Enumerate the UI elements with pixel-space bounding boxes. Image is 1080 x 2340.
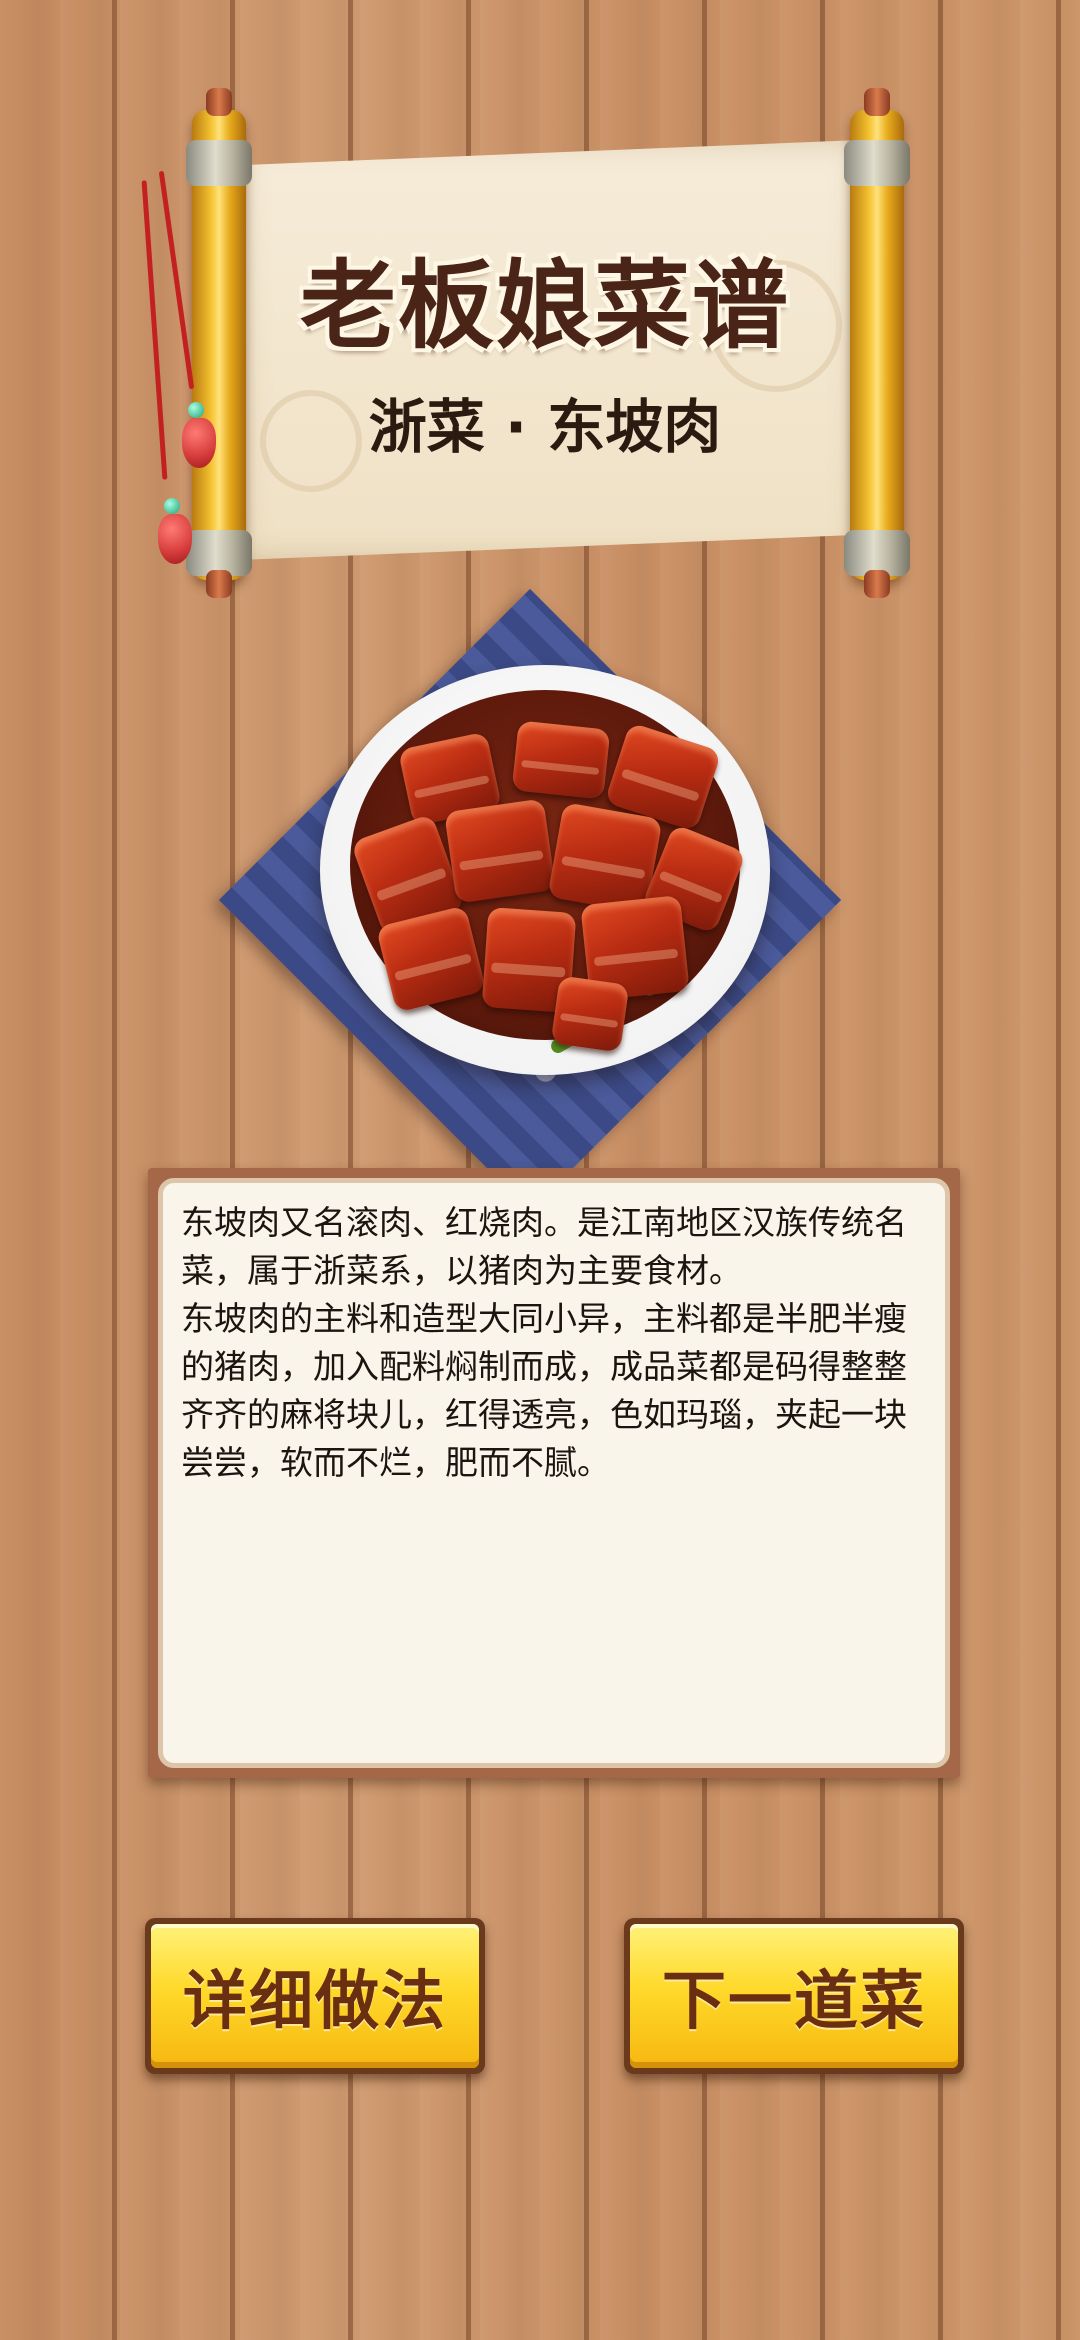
detailed-recipe-label: 详细做法	[183, 1965, 447, 2039]
dish-illustration	[218, 588, 855, 1212]
button-face: 下一道菜	[630, 1924, 958, 2068]
rod-tip	[864, 88, 890, 116]
rod-tip	[206, 570, 232, 598]
pork-cube	[550, 975, 630, 1053]
description-text: 东坡肉又名滚肉、红烧肉。是江南地区汉族传统名菜，属于浙菜系，以猪肉为主要食材。 …	[181, 1203, 907, 1482]
rod-tip	[206, 88, 232, 116]
pork-cube	[444, 798, 556, 904]
tassel-icon	[158, 514, 192, 564]
rod-cap	[844, 140, 910, 186]
button-face: 详细做法	[151, 1924, 479, 2068]
description-panel: 东坡肉又名滚肉、红烧肉。是江南地区汉族传统名菜，属于浙菜系，以猪肉为主要食材。 …	[148, 1168, 960, 1778]
next-dish-label: 下一道菜	[662, 1965, 926, 2039]
rod-cap	[186, 140, 252, 186]
pork-cube	[511, 720, 611, 800]
rod-tip	[864, 570, 890, 598]
description-paper: 东坡肉又名滚肉、红烧肉。是江南地区汉族传统名菜，属于浙菜系，以猪肉为主要食材。 …	[158, 1178, 950, 1768]
dish-subtitle: 浙菜 · 东坡肉	[368, 393, 722, 461]
page-title: 老板娘菜谱	[300, 250, 790, 362]
detailed-recipe-button[interactable]: 详细做法	[145, 1918, 485, 2074]
tassel-bead	[164, 498, 180, 514]
next-dish-button[interactable]: 下一道菜	[624, 1918, 964, 2074]
title-scroll-banner: 老板娘菜谱 浙菜 · 东坡肉	[141, 88, 940, 610]
